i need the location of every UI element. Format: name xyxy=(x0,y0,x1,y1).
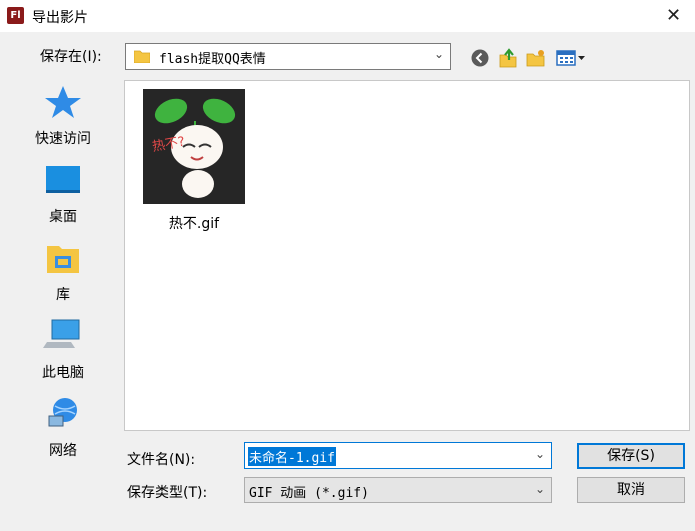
save-in-value: flash提取QQ表情 xyxy=(159,52,266,67)
place-network[interactable]: 网络 xyxy=(7,396,119,460)
place-label: 库 xyxy=(56,287,70,303)
save-in-dropdown[interactable]: flash提取QQ表情 ⌄ xyxy=(125,43,451,70)
network-icon xyxy=(48,398,77,427)
title-bar: Fl 导出影片 ✕ xyxy=(0,0,695,32)
save-type-label: 保存类型(T): xyxy=(127,485,208,501)
library-icon xyxy=(47,246,79,273)
back-icon[interactable] xyxy=(470,48,490,68)
file-name: 热不.gif xyxy=(168,216,220,232)
places-bar: 快速访问 桌面 库 此电脑 网络 xyxy=(7,80,119,521)
place-this-pc[interactable]: 此电脑 xyxy=(7,318,119,382)
file-list[interactable]: 热不? 热不.gif xyxy=(124,80,690,431)
file-name-value: 未命名-1.gif xyxy=(248,447,336,466)
place-label: 此电脑 xyxy=(42,365,84,381)
place-label: 网络 xyxy=(49,443,77,459)
folder-icon xyxy=(134,50,150,63)
chevron-down-icon: ⌄ xyxy=(433,47,444,61)
close-button[interactable]: ✕ xyxy=(652,0,695,32)
computer-icon xyxy=(43,319,80,348)
chevron-down-icon[interactable]: ⌄ xyxy=(535,447,545,461)
window-title: 导出影片 xyxy=(32,10,88,26)
place-library[interactable]: 库 xyxy=(7,240,119,304)
place-label: 快速访问 xyxy=(35,131,91,147)
star-icon xyxy=(45,86,81,118)
place-desktop[interactable]: 桌面 xyxy=(7,162,119,226)
save-type-value: GIF 动画 (*.gif) xyxy=(249,486,369,501)
cancel-button[interactable]: 取消 xyxy=(577,477,685,503)
view-menu-icon[interactable] xyxy=(556,48,586,68)
file-name-label: 文件名(N): xyxy=(127,452,196,468)
new-folder-icon[interactable] xyxy=(526,48,546,68)
file-item[interactable]: 热不? 热不.gif xyxy=(125,81,285,241)
desktop-icon xyxy=(46,166,80,193)
save-in-label: 保存在(I): xyxy=(40,49,102,65)
place-quick-access[interactable]: 快速访问 xyxy=(7,84,119,148)
up-folder-icon[interactable] xyxy=(498,48,518,68)
place-label: 桌面 xyxy=(49,209,77,225)
save-type-dropdown[interactable]: GIF 动画 (*.gif) ⌄ xyxy=(244,477,552,503)
gif-thumbnail: 热不? xyxy=(143,89,245,204)
flash-app-icon: Fl xyxy=(7,7,24,24)
save-button[interactable]: 保存(S) xyxy=(577,443,685,469)
chevron-down-icon: ⌄ xyxy=(534,482,545,496)
file-name-input[interactable]: 未命名-1.gif ⌄ xyxy=(244,442,552,469)
